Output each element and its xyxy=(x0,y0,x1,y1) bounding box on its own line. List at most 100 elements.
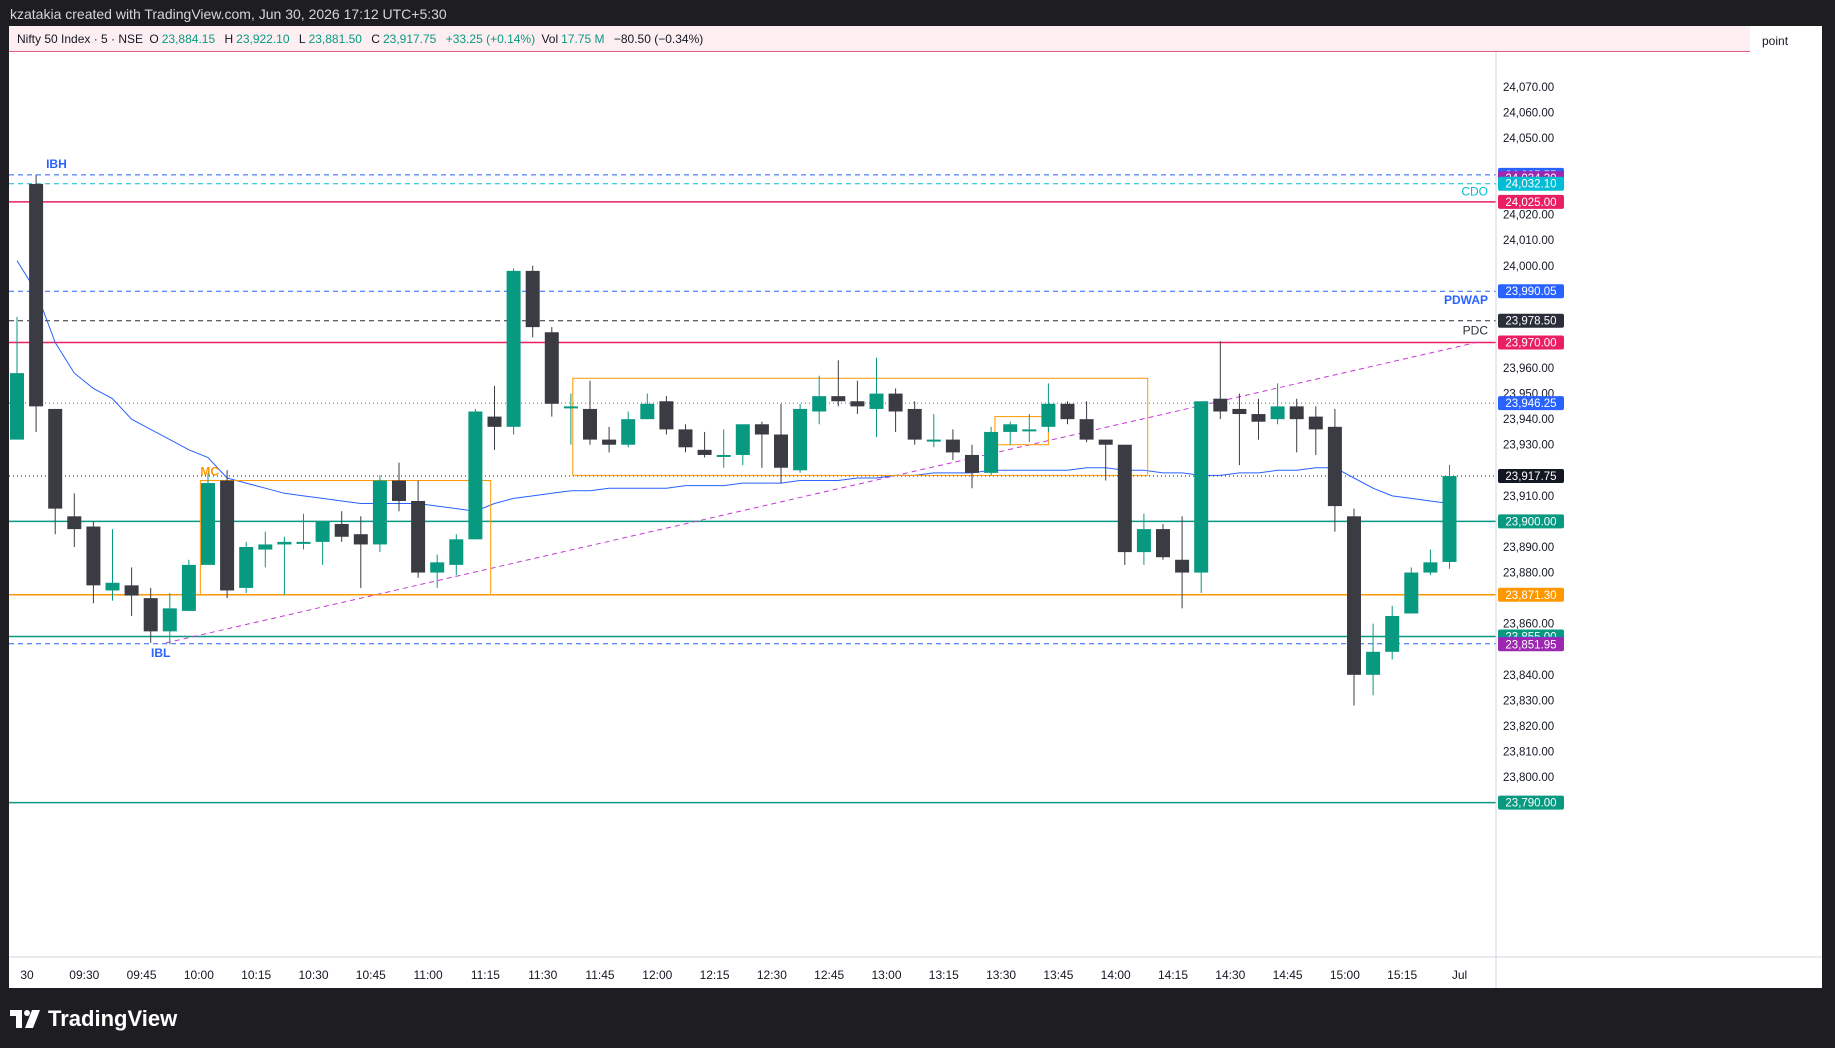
trendline xyxy=(165,341,1477,644)
price-level-tag-label: 23,851.95 xyxy=(1505,639,1556,651)
candle-body xyxy=(1423,562,1438,573)
time-tick-label: 14:45 xyxy=(1273,968,1303,982)
time-tick-label: 14:30 xyxy=(1215,968,1245,982)
candle xyxy=(86,521,101,604)
candle-body xyxy=(29,183,44,407)
candle xyxy=(1366,623,1381,696)
time-tick-label: 12:00 xyxy=(642,968,672,982)
candle xyxy=(697,431,712,458)
candle-body xyxy=(678,429,693,448)
price-tick-label: 23,800.00 xyxy=(1503,772,1554,784)
chart-caption: kzatakia created with TradingView.com, J… xyxy=(10,6,447,22)
candle xyxy=(1079,401,1094,443)
high-label: H xyxy=(224,32,234,46)
candle-body xyxy=(1117,444,1132,553)
candle-body xyxy=(162,608,177,632)
candle-body xyxy=(1213,398,1228,412)
brand-name: TradingView xyxy=(48,1006,178,1031)
candle xyxy=(48,408,63,535)
candle xyxy=(201,472,215,565)
candle-body xyxy=(640,403,655,420)
candle-body xyxy=(430,562,445,573)
candle xyxy=(907,401,922,445)
candle xyxy=(659,396,674,435)
volume-change: −80.50 (−0.34%) xyxy=(613,32,704,46)
candle xyxy=(850,380,865,415)
time-tick-label: 11:30 xyxy=(528,968,557,982)
candle xyxy=(315,521,330,565)
candles xyxy=(10,174,1457,706)
time-tick-label: 14:00 xyxy=(1101,968,1131,982)
candle xyxy=(1385,605,1400,660)
close-label: C xyxy=(371,32,380,46)
price-level-tag-label: 23,946.25 xyxy=(1505,398,1556,410)
time-tick-label: 11:15 xyxy=(471,968,500,982)
legend-bar: Nifty 50 Index · 5 · NSE O 23,884.15 H 23,… xyxy=(9,26,1750,52)
candle-body xyxy=(793,408,808,471)
candle-body xyxy=(1060,403,1075,420)
chart-area[interactable]: IBH CDO PDWAP PDC IBL MC 24,070.00 24,060.00 24,… xyxy=(9,26,1822,988)
candle-body xyxy=(468,411,483,540)
candle xyxy=(965,444,979,489)
time-tick-label: 12:45 xyxy=(814,968,844,982)
level-name-cdo: CDO xyxy=(1461,185,1488,199)
candlestick-chart[interactable]: IBH CDO PDWAP PDC IBL MC 24,070.00 24,060.00 24,… xyxy=(9,26,1822,988)
candle-body xyxy=(602,439,617,445)
candle-body xyxy=(48,408,63,509)
candle-body xyxy=(1232,408,1247,415)
time-tick-label: 10:30 xyxy=(298,968,328,982)
candle-body xyxy=(907,408,922,440)
high-value: 23,922.10 xyxy=(236,32,290,46)
candle xyxy=(449,534,464,576)
candle xyxy=(1022,414,1037,443)
price-tick-label: 23,960.00 xyxy=(1503,363,1554,375)
candle xyxy=(602,426,617,453)
candle-body xyxy=(697,449,712,455)
time-tick-label: 15:15 xyxy=(1387,968,1417,982)
low-label: L xyxy=(298,32,306,46)
price-tick-label: 23,930.00 xyxy=(1503,440,1554,452)
price-level-tag-label: 23,790.00 xyxy=(1505,798,1556,810)
candle xyxy=(1156,523,1170,560)
candle-body xyxy=(1404,572,1419,614)
candle-body xyxy=(965,454,979,473)
candle xyxy=(430,554,445,588)
candle-body xyxy=(831,396,846,402)
candle xyxy=(621,411,636,448)
candle-body xyxy=(850,401,865,407)
candle xyxy=(277,536,292,595)
time-tick-label: 09:30 xyxy=(69,968,99,982)
candle xyxy=(1232,393,1247,466)
candle xyxy=(105,529,120,601)
candle xyxy=(888,388,903,432)
candle xyxy=(1251,398,1266,440)
price-tick-label: 23,890.00 xyxy=(1503,542,1554,554)
candle-body xyxy=(1156,529,1170,558)
level-name-pdwap: PDWAP xyxy=(1444,293,1488,307)
candle xyxy=(296,513,311,550)
candle-body xyxy=(525,270,540,328)
symbol-label[interactable]: Nifty 50 Index · 5 · NSE xyxy=(17,32,143,46)
time-tick-label: 10:00 xyxy=(184,968,214,982)
candle xyxy=(678,424,693,453)
candle xyxy=(181,559,196,611)
candle xyxy=(220,470,235,599)
candle xyxy=(869,357,884,438)
open-label: O xyxy=(149,32,159,46)
candle-body xyxy=(10,373,24,440)
candle-body xyxy=(1022,429,1037,432)
candle-body xyxy=(926,439,941,442)
candle-body xyxy=(735,424,750,455)
price-level-tag-label: 23,970.00 xyxy=(1505,337,1556,349)
candle xyxy=(67,493,82,547)
price-level-tag-label: 23,990.05 xyxy=(1505,286,1556,298)
price-level-tag-label: 24,025.00 xyxy=(1505,197,1556,209)
candle-body xyxy=(1270,406,1285,420)
price-tick-label: 23,840.00 xyxy=(1503,670,1554,682)
candle xyxy=(563,393,578,445)
tradingview-brand: TradingView xyxy=(10,1006,177,1032)
price-axis-unit[interactable]: point xyxy=(1762,34,1788,48)
candle xyxy=(640,393,655,420)
tradingview-logo-icon xyxy=(10,1010,40,1028)
price-level-tag-label: 23,900.00 xyxy=(1505,516,1556,528)
